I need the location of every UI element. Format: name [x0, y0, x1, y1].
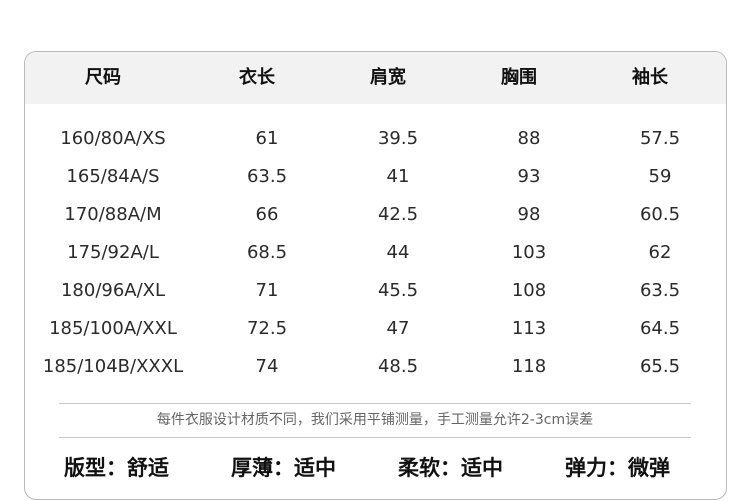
- cell-size: 160/80A/XS: [60, 128, 166, 149]
- cell-size: 165/84A/S: [66, 166, 160, 187]
- table-row: 165/84A/S 63.5 41 93 59: [25, 158, 726, 196]
- size-chart-card: 尺码 衣长 肩宽 胸围 袖长 160/80A/XS 61 39.5 88 57.…: [24, 51, 727, 500]
- table-row: 180/96A/XL 71 45.5 108 63.5: [25, 272, 726, 310]
- table-header: 尺码 衣长 肩宽 胸围 袖长: [25, 52, 726, 104]
- cell-sleeve: 57.5: [639, 128, 681, 149]
- attribute-fit: 版型：舒适: [64, 456, 169, 480]
- cell-size: 175/92A/L: [67, 242, 159, 263]
- measurement-note: 每件衣服设计材质不同，我们采用平铺测量，手工测量允许2-3cm误差: [156, 412, 594, 428]
- header-chest: 胸围: [501, 67, 537, 88]
- attribute-thickness: 厚薄：适中: [231, 456, 336, 480]
- header-size: 尺码: [85, 67, 121, 88]
- attribute-softness: 柔软：适中: [398, 456, 503, 480]
- cell-size: 170/88A/M: [64, 204, 162, 225]
- table-row: 175/92A/L 68.5 44 103 62: [25, 234, 726, 272]
- table-row: 170/88A/M 66 42.5 98 60.5: [25, 196, 726, 234]
- table-row: 185/104B/XXXL 74 48.5 118 65.5: [25, 348, 726, 386]
- cell-sleeve: 64.5: [639, 318, 681, 339]
- header-sleeve: 袖长: [632, 67, 668, 88]
- note-bottom-divider: [59, 437, 691, 438]
- table-row: 160/80A/XS 61 39.5 88 57.5: [25, 120, 726, 158]
- header-shoulder: 肩宽: [370, 67, 406, 88]
- table-row: 185/100A/XXL 72.5 47 113 64.5: [25, 310, 726, 348]
- cell-sleeve: 63.5: [639, 280, 681, 301]
- attribute-elasticity: 弹力：微弹: [565, 456, 670, 480]
- cell-sleeve: 59: [648, 166, 672, 187]
- cell-sleeve: 65.5: [639, 356, 681, 377]
- cell-size: 185/104B/XXXL: [42, 356, 184, 377]
- cell-sleeve: 62: [648, 242, 672, 263]
- cell-size: 185/100A/XXL: [49, 318, 177, 339]
- header-length: 衣长: [239, 67, 275, 88]
- cell-sleeve: 60.5: [639, 204, 681, 225]
- cell-size: 180/96A/XL: [60, 280, 166, 301]
